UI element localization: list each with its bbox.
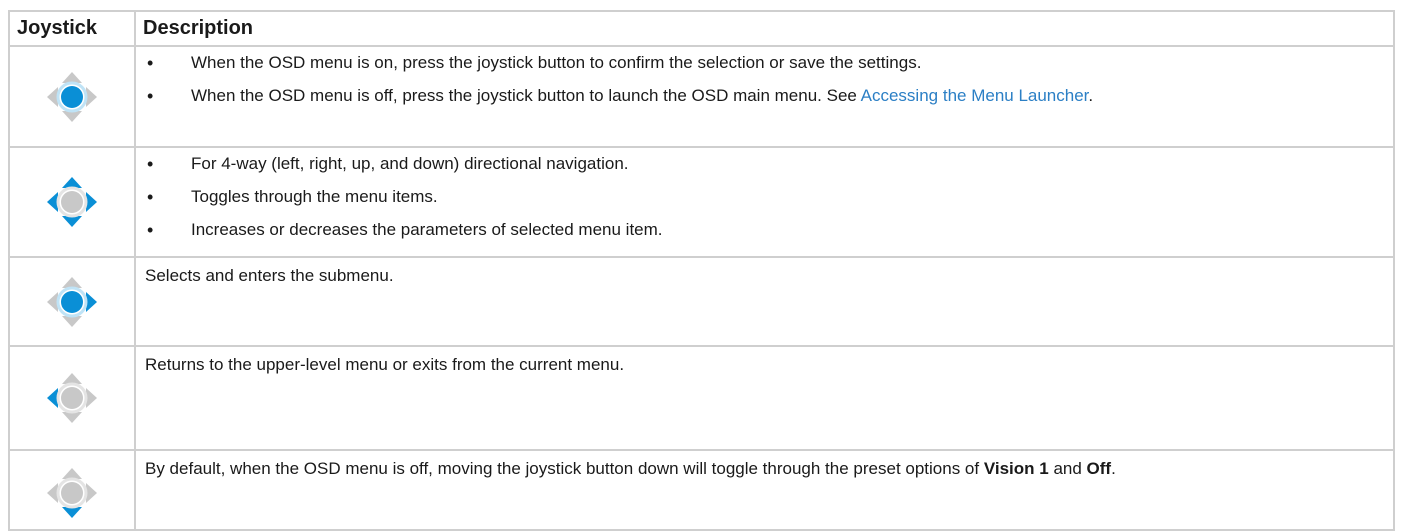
arrow-up-icon — [62, 71, 82, 83]
list-item: When the OSD menu is on, press the joyst… — [145, 51, 1383, 75]
joystick-press-icon — [47, 71, 97, 122]
arrow-up-icon — [62, 468, 82, 479]
joystick-left-icon — [47, 373, 97, 423]
joystick-table: Joystick Description When the OSD menu i… — [8, 10, 1395, 531]
arrow-right-icon — [86, 388, 97, 408]
accessing-menu-launcher-link[interactable]: Accessing the Menu Launcher — [861, 86, 1089, 105]
header-row: Joystick Description — [8, 10, 1395, 47]
bullet-list: For 4-way (left, right, up, and down) di… — [145, 148, 1383, 244]
arrow-right-icon — [86, 86, 97, 107]
arrow-right-icon — [86, 291, 97, 312]
center-button-icon — [61, 191, 83, 213]
description-text: Selects and enters the submenu. — [145, 266, 394, 285]
list-item: Toggles through the menu items. — [145, 185, 1383, 209]
arrow-left-icon — [47, 192, 58, 212]
center-button-icon — [61, 482, 83, 504]
description-text: By default, when the OSD menu is off, mo… — [145, 459, 1116, 478]
list-item: Increases or decreases the parameters of… — [145, 218, 1383, 242]
off-label: Off — [1086, 459, 1112, 478]
arrow-down-icon — [62, 216, 82, 227]
arrow-up-icon — [62, 373, 82, 384]
table-row: By default, when the OSD menu is off, mo… — [8, 449, 1395, 531]
icon-cell — [8, 146, 136, 258]
arrow-down-icon — [62, 315, 82, 327]
arrow-down-icon — [62, 507, 82, 518]
description-cell: Returns to the upper-level menu or exits… — [134, 345, 1395, 451]
table-row: For 4-way (left, right, up, and down) di… — [8, 146, 1395, 258]
description-cell: When the OSD menu is on, press the joyst… — [134, 45, 1395, 148]
center-button-icon — [61, 387, 83, 409]
table-row: When the OSD menu is on, press the joyst… — [8, 45, 1395, 148]
arrow-left-icon — [47, 291, 58, 312]
arrow-right-icon — [86, 483, 97, 503]
arrow-left-icon — [47, 483, 58, 503]
table-row: Selects and enters the submenu. — [8, 256, 1395, 347]
joystick-4way-icon — [47, 177, 97, 227]
table-row: Returns to the upper-level menu or exits… — [8, 345, 1395, 451]
description-cell: By default, when the OSD menu is off, mo… — [134, 449, 1395, 531]
center-button-icon — [61, 290, 83, 313]
arrow-up-icon — [62, 276, 82, 288]
vision-1-label: Vision 1 — [983, 459, 1049, 478]
icon-cell — [8, 345, 136, 451]
list-item: When the OSD menu is off, press the joys… — [145, 84, 1383, 108]
arrow-down-icon — [62, 412, 82, 423]
arrow-down-icon — [62, 110, 82, 122]
description-text: Returns to the upper-level menu or exits… — [145, 355, 625, 374]
description-cell: Selects and enters the submenu. — [134, 256, 1395, 347]
arrow-left-icon — [47, 86, 58, 107]
joystick-down-icon — [47, 468, 97, 518]
list-item: For 4-way (left, right, up, and down) di… — [145, 152, 1383, 176]
description-cell: For 4-way (left, right, up, and down) di… — [134, 146, 1395, 258]
joystick-right-icon — [47, 276, 97, 327]
bullet-list: When the OSD menu is on, press the joyst… — [145, 47, 1383, 110]
arrow-right-icon — [86, 192, 97, 212]
icon-cell — [8, 256, 136, 347]
header-description: Description — [134, 10, 1395, 47]
icon-cell — [8, 45, 136, 148]
arrow-up-icon — [62, 177, 82, 188]
arrow-left-icon — [47, 388, 58, 408]
center-button-icon — [61, 85, 83, 108]
header-joystick: Joystick — [8, 10, 136, 47]
icon-cell — [8, 449, 136, 531]
